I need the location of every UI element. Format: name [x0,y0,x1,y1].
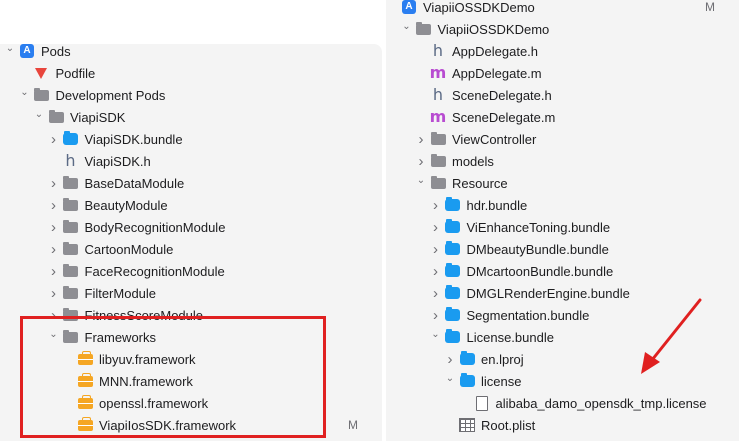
red-arrow-icon [641,298,702,374]
